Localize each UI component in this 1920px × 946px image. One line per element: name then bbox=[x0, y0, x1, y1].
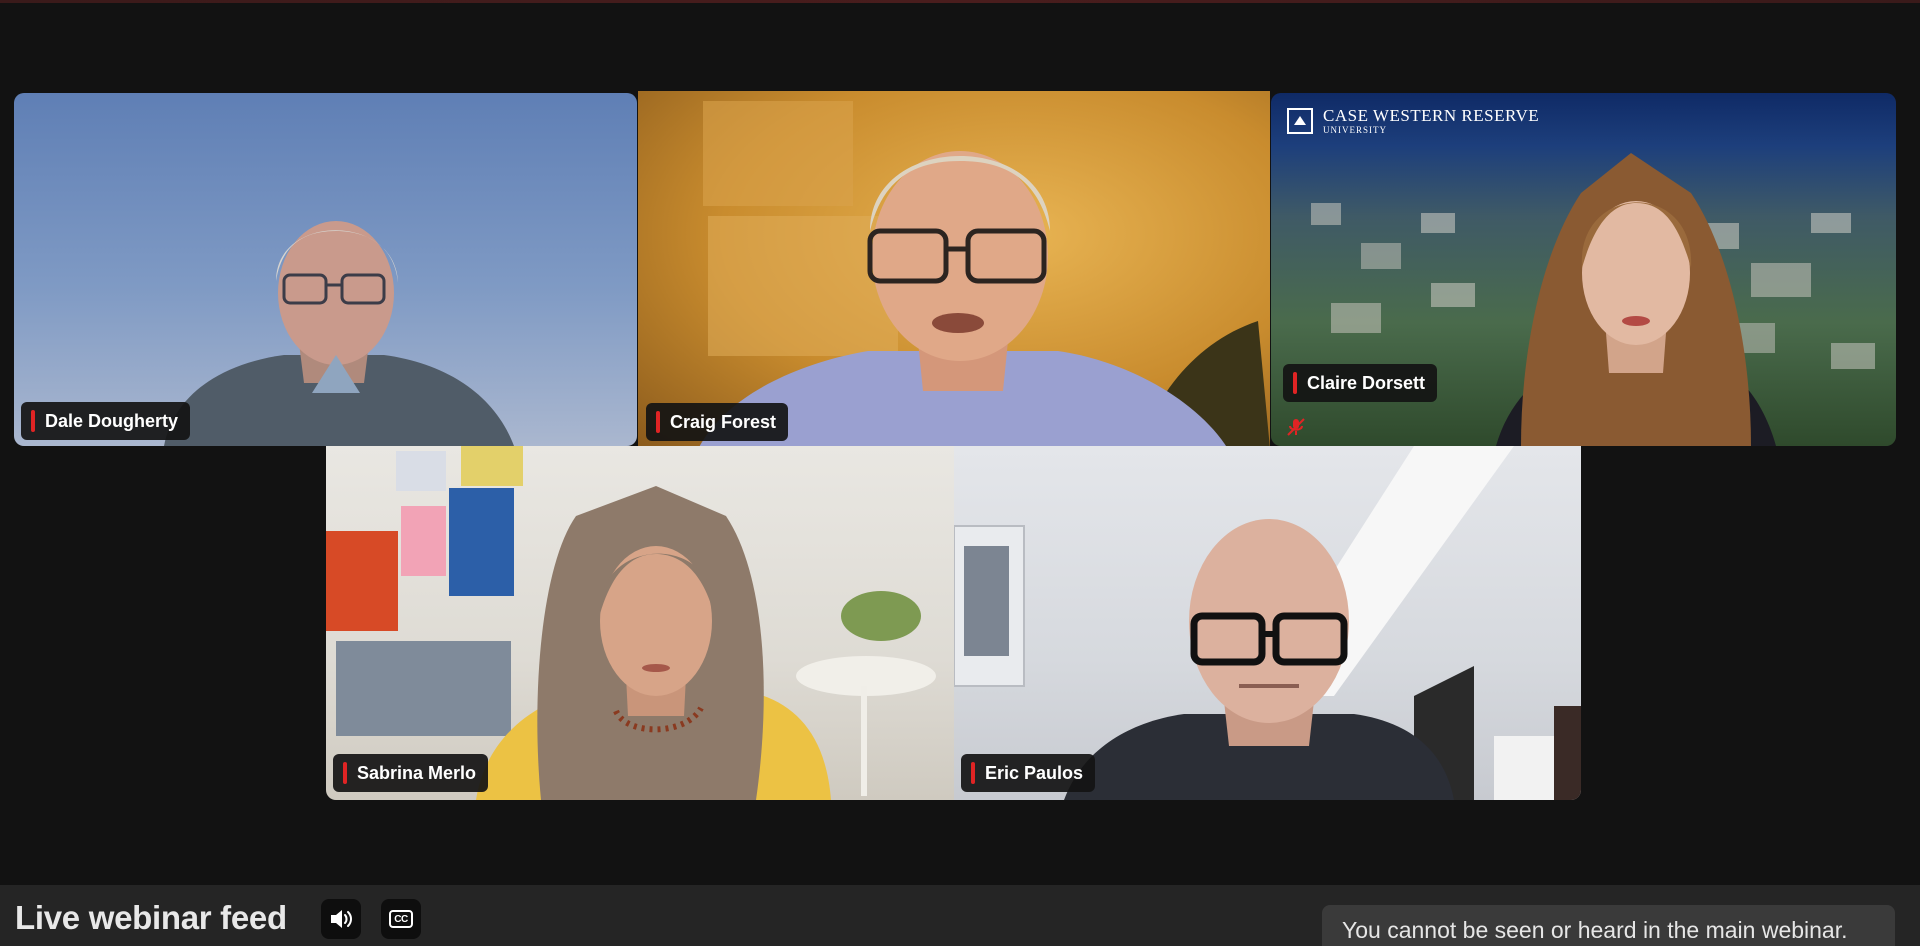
participant-name: Dale Dougherty bbox=[45, 410, 179, 431]
closed-captions-icon: CC bbox=[389, 910, 413, 928]
participant-name: Sabrina Merlo bbox=[357, 762, 477, 783]
name-tag-eric: Eric Paulos bbox=[961, 754, 1096, 792]
participant-name: Claire Dorsett bbox=[1307, 372, 1426, 393]
captions-button[interactable]: CC bbox=[381, 899, 421, 939]
mic-indicator bbox=[1293, 372, 1297, 394]
name-tag-craig: Craig Forest bbox=[646, 403, 789, 441]
audio-button[interactable] bbox=[321, 899, 361, 939]
university-shield-icon bbox=[1287, 108, 1313, 134]
name-tag-dale: Dale Dougherty bbox=[21, 402, 191, 440]
bottom-bar: Live webinar feed CC You cannot be seen … bbox=[0, 885, 1920, 946]
mic-indicator bbox=[31, 410, 35, 432]
visibility-notice: You cannot be seen or heard in the main … bbox=[1322, 905, 1895, 946]
participant-video-eric bbox=[954, 446, 1581, 800]
mic-indicator bbox=[656, 411, 660, 433]
brand-line-1: CASE WESTERN RESERVE bbox=[1323, 106, 1540, 125]
video-tile-dale[interactable]: Dale Dougherty bbox=[14, 93, 637, 446]
participant-video-sabrina bbox=[326, 446, 936, 800]
video-tile-craig[interactable]: Craig Forest bbox=[638, 91, 1270, 449]
video-tile-sabrina[interactable]: Sabrina Merlo bbox=[326, 446, 954, 800]
name-tag-sabrina: Sabrina Merlo bbox=[333, 754, 489, 792]
feed-title: Live webinar feed bbox=[15, 899, 287, 936]
brand-line-2: UNIVERSITY bbox=[1323, 125, 1387, 135]
participant-name: Eric Paulos bbox=[985, 762, 1084, 783]
mic-indicator bbox=[343, 762, 347, 784]
webinar-window: Dale Dougherty Craig Forest CASE WESTERN… bbox=[0, 0, 1920, 946]
university-logo: CASE WESTERN RESERVE UNIVERSITY bbox=[1287, 107, 1539, 135]
mic-muted-icon bbox=[1287, 418, 1305, 436]
video-tile-eric[interactable]: Eric Paulos bbox=[954, 446, 1581, 800]
mic-indicator bbox=[971, 762, 975, 784]
name-tag-claire: Claire Dorsett bbox=[1283, 364, 1438, 402]
participant-video-craig bbox=[698, 101, 1270, 449]
participant-video-dale bbox=[164, 221, 514, 446]
speaker-icon bbox=[331, 910, 352, 928]
video-gallery: Dale Dougherty Craig Forest CASE WESTERN… bbox=[0, 3, 1920, 885]
participant-name: Craig Forest bbox=[670, 411, 777, 432]
video-tile-claire[interactable]: CASE WESTERN RESERVE UNIVERSITY Claire D… bbox=[1271, 93, 1896, 446]
